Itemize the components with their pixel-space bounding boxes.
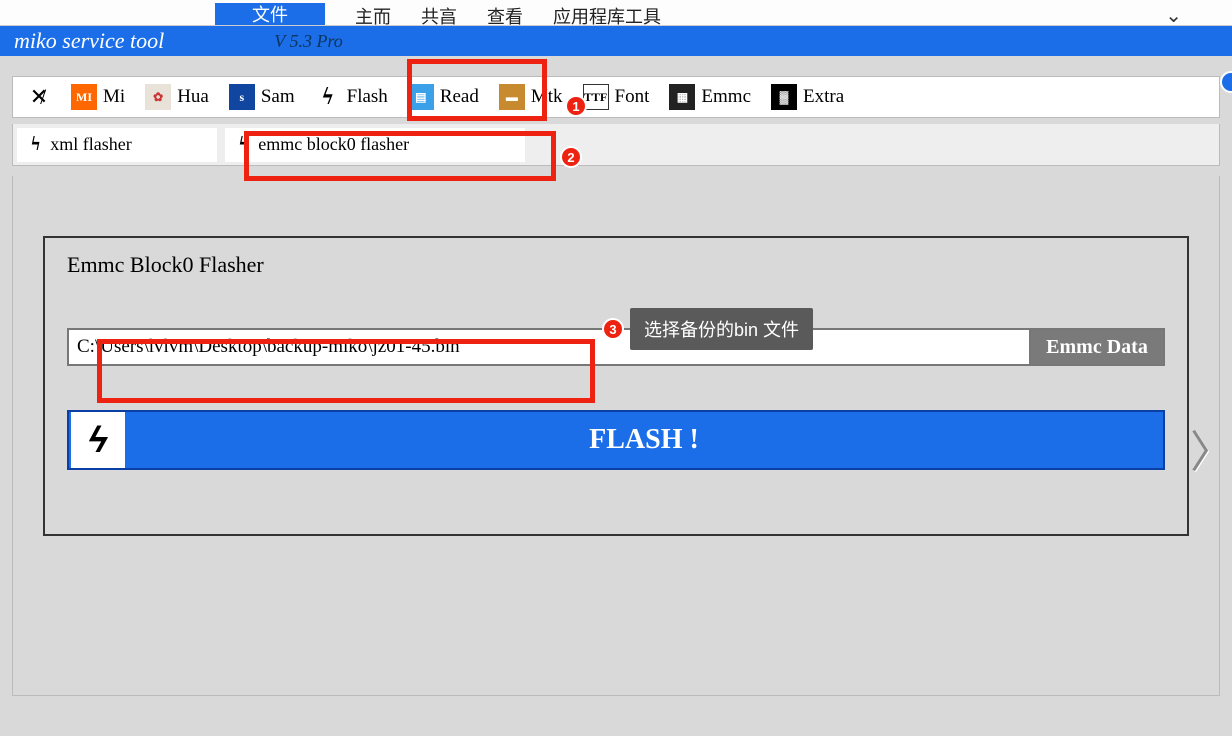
- hua-button[interactable]: ✿ Hua: [137, 80, 217, 114]
- samsung-icon: s: [229, 84, 255, 110]
- sub-tabs: ϟ xml flasher ϟ emmc block0 flasher: [12, 124, 1220, 166]
- emmc-button[interactable]: ▦ Emmc: [661, 80, 759, 114]
- read-button[interactable]: ▤ Read: [400, 80, 487, 114]
- flash-button-label: FLASH !: [125, 424, 1163, 456]
- sam-button[interactable]: s Sam: [221, 80, 303, 114]
- flash-button[interactable]: ϟ FLASH !: [67, 410, 1165, 470]
- extra-button[interactable]: ▓ Extra: [763, 80, 852, 114]
- read-icon: ▤: [408, 84, 434, 110]
- chevron-right-icon[interactable]: 〉: [1190, 416, 1232, 480]
- title-bar: miko service tool V 5.3 Pro: [0, 26, 1232, 56]
- menu-share[interactable]: 共亯: [421, 3, 457, 25]
- emmc-flasher-group: Emmc Block0 Flasher Emmc Data ϟ FLASH !: [43, 236, 1189, 536]
- callout-tooltip: 选择备份的bin 文件: [630, 308, 813, 350]
- menu-view[interactable]: 查看: [487, 3, 523, 25]
- mi-button[interactable]: MI Mi: [63, 80, 133, 114]
- panel-wrap: Emmc Block0 Flasher Emmc Data ϟ FLASH !: [12, 176, 1220, 696]
- font-button[interactable]: TTF Font: [575, 80, 658, 114]
- callout-badge-2: 2: [560, 146, 582, 168]
- mtk-icon: ▬: [499, 84, 525, 110]
- app-version: V 5.3 Pro: [274, 31, 343, 52]
- flash-tab-button[interactable]: ϟ Flash: [307, 80, 396, 114]
- callout-badge-3: 3: [602, 318, 624, 340]
- bolt-icon: ϟ: [31, 133, 40, 156]
- group-title: Emmc Block0 Flasher: [67, 252, 1165, 278]
- xml-flasher-tab[interactable]: ϟ xml flasher: [17, 128, 217, 162]
- tools-icon: ✕/: [25, 84, 51, 110]
- menu-app-tools[interactable]: 应用程库工具: [553, 3, 661, 25]
- file-path-input[interactable]: [67, 328, 1031, 366]
- tools-button[interactable]: ✕/: [17, 80, 59, 114]
- help-icon[interactable]: [1220, 71, 1232, 93]
- emmc-icon: ▦: [669, 84, 695, 110]
- menu-file[interactable]: 文件: [215, 3, 325, 25]
- emmc-data-button[interactable]: Emmc Data: [1031, 328, 1165, 366]
- content-area: ✕/ MI Mi ✿ Hua s Sam ϟ Flash ▤ Read ▬ Mt…: [0, 56, 1232, 736]
- os-menu-bar: ⌄ 文件 主而 共亯 查看 应用程库工具: [0, 0, 1232, 26]
- bolt-icon: ϟ: [71, 412, 125, 468]
- mi-icon: MI: [71, 84, 97, 110]
- bolt-icon: ϟ: [239, 133, 248, 156]
- huawei-icon: ✿: [145, 84, 171, 110]
- callout-badge-1: 1: [565, 95, 587, 117]
- app-title: miko service tool: [14, 28, 164, 54]
- flash-icon: ϟ: [315, 84, 341, 110]
- extra-icon: ▓: [771, 84, 797, 110]
- minimize-icon[interactable]: ⌄: [1165, 3, 1182, 28]
- main-toolbar: ✕/ MI Mi ✿ Hua s Sam ϟ Flash ▤ Read ▬ Mt…: [12, 76, 1220, 118]
- menu-home[interactable]: 主而: [355, 3, 391, 25]
- mtk-button[interactable]: ▬ Mtk: [491, 80, 571, 114]
- emmc-block0-flasher-tab[interactable]: ϟ emmc block0 flasher: [225, 128, 525, 162]
